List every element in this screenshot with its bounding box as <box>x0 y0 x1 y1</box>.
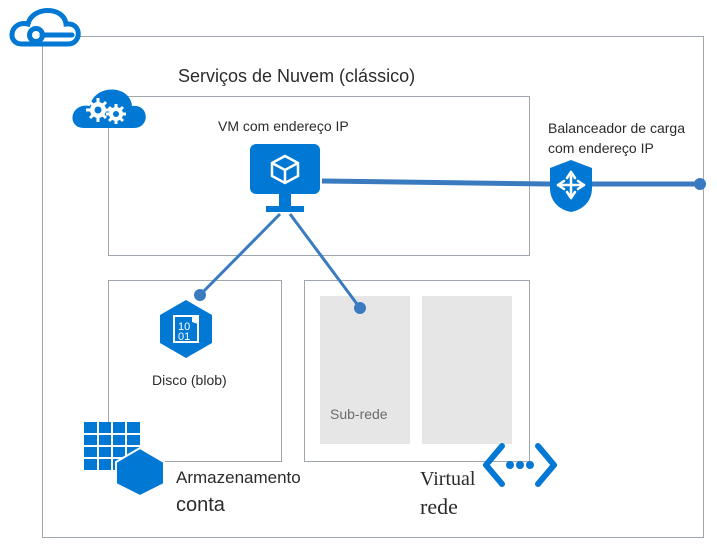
connectors <box>0 0 717 545</box>
architecture-diagram: Serviços de Nuvem (clássico) VM com ende… <box>0 0 717 545</box>
